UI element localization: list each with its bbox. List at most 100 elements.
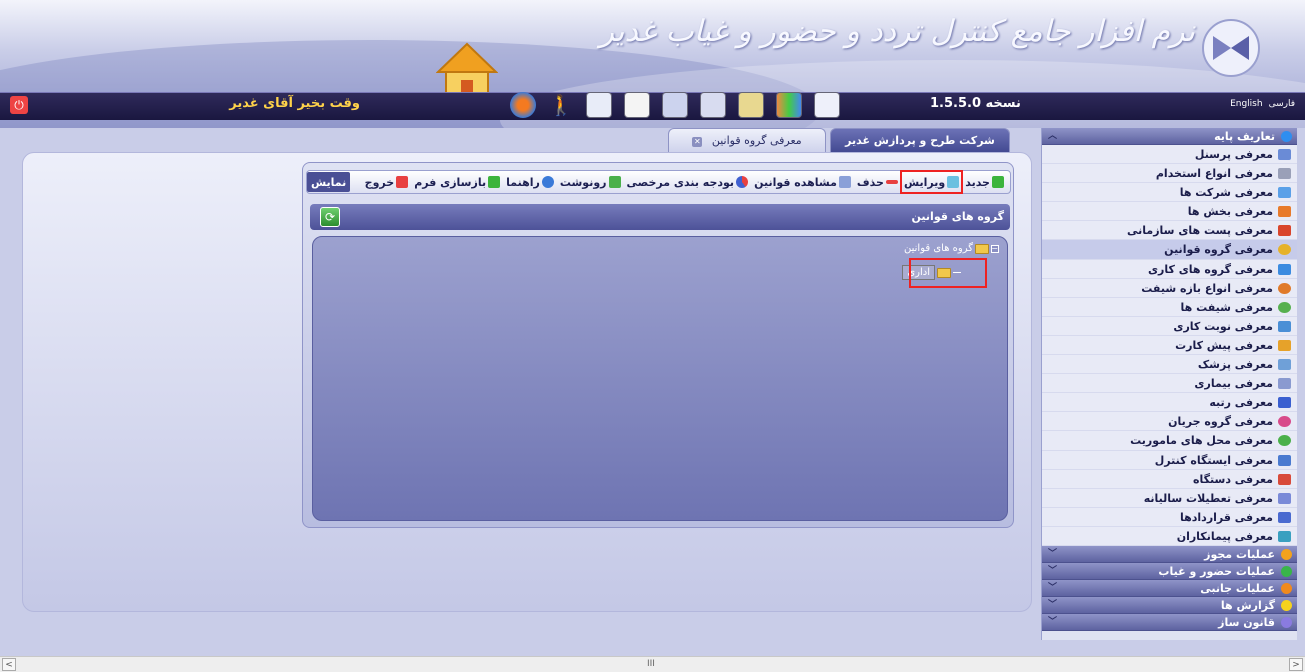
tree-root-label: گروه های قوانین [904, 243, 973, 254]
sidebar-item[interactable]: معرفی ایستگاه کنترل [1042, 451, 1297, 470]
sidebar-item[interactable]: معرفی نوبت کاری [1042, 317, 1297, 336]
view-rules-button[interactable]: مشاهده قوانین [752, 172, 853, 192]
sidebar: تعاریف پایه ︿ معرفی پرسنل معرفی انواع اس… [1041, 128, 1297, 640]
reload-form-button[interactable]: بازسازی فرم [412, 172, 502, 192]
control-station-icon [1278, 454, 1291, 466]
sidebar-item[interactable]: معرفی گروه های کاری [1042, 260, 1297, 279]
tab-company[interactable]: شرکت طرح و پردازش غدیر [830, 128, 1010, 152]
sidebar-items: معرفی پرسنل معرفی انواع استخدام معرفی شر… [1042, 145, 1297, 546]
company-logo-icon [1202, 19, 1260, 77]
mail-icon[interactable] [662, 92, 688, 118]
sidebar-item[interactable]: معرفی دستگاه [1042, 470, 1297, 489]
department-icon [1278, 206, 1291, 218]
sidebar-item[interactable]: معرفی بخش ها [1042, 202, 1297, 222]
person-walking-icon[interactable]: 🚶 [548, 92, 574, 118]
sidebar-item[interactable]: معرفی انواع استخدام [1042, 164, 1297, 184]
copy-icon [608, 176, 621, 188]
user-card-icon[interactable] [738, 92, 764, 118]
show-button[interactable]: نمایش [307, 172, 351, 192]
calculator-icon[interactable] [700, 92, 726, 118]
company-icon [1278, 187, 1291, 199]
holiday-icon [1278, 492, 1291, 504]
illness-icon [1278, 378, 1291, 390]
sidebar-item-label: معرفی گروه های کاری [1147, 262, 1273, 276]
sidebar-item-label: معرفی گروه جریان [1168, 415, 1273, 429]
sidebar-item[interactable]: معرفی پست های سازمانی [1042, 221, 1297, 241]
lang-farsi-link[interactable]: فارسی [1269, 99, 1295, 109]
sidebar-item[interactable]: معرفی پیمانکاران [1042, 527, 1297, 546]
sidebar-category-permits[interactable]: عملیات مجوز ﹀ [1042, 545, 1297, 563]
sidebar-item[interactable]: معرفی قراردادها [1042, 508, 1297, 527]
scroll-grip[interactable]: III [647, 659, 655, 669]
scroll-right-icon[interactable]: > [1289, 658, 1303, 671]
calendar-icon[interactable] [814, 92, 840, 118]
sidebar-item[interactable]: معرفی گروه جریان [1042, 412, 1297, 432]
plus-icon [992, 176, 1004, 188]
sidebar-item[interactable]: معرفی بیماری [1042, 374, 1297, 394]
chevron-down-icon[interactable]: ﹀ [1048, 546, 1057, 563]
tab-rule-groups[interactable]: معرفی گروه قوانین ✕ [668, 128, 826, 152]
sidebar-item[interactable]: معرفی تعطیلات سالیانه [1042, 489, 1297, 508]
refresh-swirl-icon[interactable] [510, 92, 536, 118]
sidebar-item-label: معرفی دستگاه [1193, 472, 1273, 486]
reload-form-label: بازسازی فرم [414, 175, 487, 189]
sidebar-item-label: معرفی محل های ماموریت [1130, 434, 1273, 448]
sidebar-item[interactable]: معرفی شرکت ها [1042, 183, 1297, 203]
attendance-icon [1281, 565, 1292, 577]
language-switcher: English فارسی [1230, 99, 1295, 109]
sidebar-category-basics[interactable]: تعاریف پایه ︿ [1042, 128, 1297, 145]
close-tab-icon[interactable]: ✕ [692, 137, 703, 147]
sidebar-category-side-operations[interactable]: عملیات جانبی ﹀ [1042, 579, 1297, 597]
sidebar-item-label: معرفی شیفت ها [1180, 300, 1273, 314]
rank-icon [1278, 397, 1291, 409]
lang-english-link[interactable]: English [1230, 99, 1263, 109]
calendar-color-icon[interactable] [776, 92, 802, 118]
sidebar-item[interactable]: معرفی محل های ماموریت [1042, 431, 1297, 451]
form-toolbar: جدید ویرایش حذف مشاهده قوانین بودجه بندی… [306, 170, 1011, 194]
sidebar-item-label: معرفی انواع استخدام [1155, 167, 1273, 181]
category-label: عملیات مجوز [1204, 547, 1275, 561]
reload-icon [488, 176, 501, 188]
sidebar-item-active[interactable]: معرفی گروه قوانین [1042, 240, 1297, 260]
sidebar-item-label: معرفی تعطیلات سالیانه [1143, 491, 1273, 505]
chevron-down-icon[interactable]: ﹀ [1048, 580, 1057, 597]
edit-button[interactable]: ویرایش [899, 170, 964, 194]
document-icon[interactable] [586, 92, 612, 118]
shift-icon [1278, 301, 1291, 313]
sidebar-category-reports[interactable]: گزارش ها ﹀ [1042, 596, 1297, 614]
contractor-icon [1278, 530, 1291, 542]
clipboard-icon[interactable] [624, 92, 650, 118]
sidebar-item[interactable]: معرفی شیفت ها [1042, 298, 1297, 317]
category-label: گزارش ها [1220, 598, 1275, 612]
category-label: تعاریف پایه [1214, 130, 1275, 143]
chevron-down-icon[interactable]: ﹀ [1048, 597, 1057, 614]
collapse-icon[interactable]: − [991, 244, 999, 253]
chevron-up-icon[interactable]: ︿ [1048, 128, 1057, 145]
chevron-down-icon[interactable]: ﹀ [1048, 614, 1057, 631]
sidebar-category-attendance[interactable]: عملیات حضور و غیاب ﹀ [1042, 562, 1297, 580]
exit-button[interactable]: خروج [363, 172, 411, 192]
leave-budget-button[interactable]: بودجه بندی مرخصی [625, 172, 751, 192]
sidebar-item[interactable]: معرفی انواع بازه شیفت [1042, 279, 1297, 298]
contract-icon [1278, 511, 1291, 523]
new-button[interactable]: جدید [963, 172, 1006, 192]
horizontal-scrollbar[interactable]: < III > [0, 656, 1305, 672]
device-icon [1278, 473, 1291, 485]
help-button[interactable]: راهنما [504, 172, 556, 192]
sidebar-item[interactable]: معرفی رتبه [1042, 393, 1297, 413]
copy-button[interactable]: رونوشت [558, 172, 623, 192]
sidebar-item-label: معرفی نوبت کاری [1173, 319, 1273, 333]
delete-button[interactable]: حذف [855, 172, 900, 192]
tree-root-node[interactable]: − گروه های قوانین [904, 243, 999, 254]
sidebar-item[interactable]: معرفی پیش کارت [1042, 336, 1297, 356]
sidebar-category-rule-builder[interactable]: قانون ساز ﹀ [1042, 613, 1297, 631]
chevron-down-icon[interactable]: ﹀ [1048, 563, 1057, 580]
arrow-icon [838, 176, 851, 188]
refresh-icon[interactable]: ⟳ [320, 207, 340, 227]
power-icon[interactable]: ⏻ [10, 96, 28, 114]
sidebar-item[interactable]: معرفی پزشک [1042, 355, 1297, 375]
sidebar-item-label: معرفی پرسنل [1194, 148, 1273, 161]
sidebar-item[interactable]: معرفی پرسنل [1042, 145, 1297, 165]
scroll-left-icon[interactable]: < [2, 658, 16, 671]
exit-label: خروج [364, 175, 395, 189]
